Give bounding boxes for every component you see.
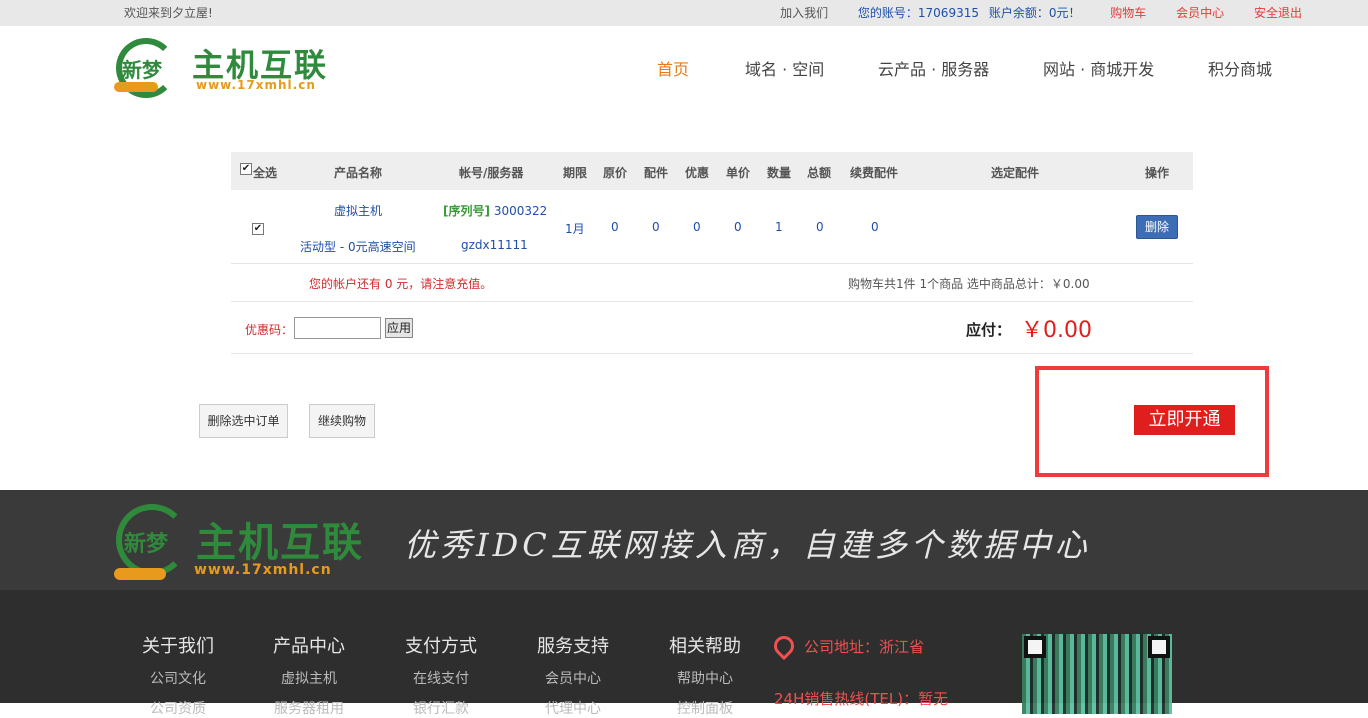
footer-link[interactable]: 虚拟主机 (273, 668, 345, 688)
coupon-input[interactable] (294, 317, 381, 339)
nav-domain-hosting[interactable]: 域名 · 空间 (745, 56, 824, 80)
serial-number: 3000322 (493, 204, 548, 218)
footer-link[interactable]: 银行汇款 (405, 698, 477, 718)
select-all-checkbox[interactable]: ✔ (240, 163, 252, 175)
header-action: 操作 (1145, 166, 1170, 180)
delete-selected-button[interactable]: 删除选中订单 (199, 404, 288, 438)
addon-value: 0 (652, 220, 660, 234)
location-pin-icon (769, 631, 799, 661)
logo-mark: 新梦 (122, 58, 162, 82)
product-type-link[interactable]: 虚拟主机 (334, 202, 382, 219)
continue-shopping-button[interactable]: 继续购物 (309, 404, 375, 438)
footer-heading: 相关帮助 (669, 636, 741, 657)
cart-header: ✔ 全选 产品名称 帐号/服务器 期限 原价 配件 优惠 单价 数量 总额 续费… (231, 152, 1193, 190)
cart-summary: 您的帐户还有 0 元，请注意充值。 购物车共1件 1个商品 选中商品总计：￥0.… (231, 264, 1193, 302)
product-plan-link[interactable]: 活动型 - 0元高速空间 (300, 238, 416, 255)
header-chosen-addon: 选定配件 (991, 166, 1040, 180)
join-us-link[interactable]: 加入我们 (780, 6, 828, 20)
footer-slogan: 优秀IDC互联网接入商，自建多个数据中心 (404, 526, 1091, 564)
balance-notice: 您的帐户还有 0 元，请注意充值。 (309, 277, 493, 291)
header-addon: 配件 (644, 166, 669, 180)
serial-cell: [序列号] 3000322 (443, 202, 547, 219)
header-renew-addon: 续费配件 (850, 166, 899, 180)
header-discount: 优惠 (685, 166, 710, 180)
orig-price-value: 0 (611, 220, 619, 234)
header-orig-price: 原价 (603, 166, 628, 180)
footer-brand-url: www.17xmhl.cn (194, 562, 332, 578)
delete-button[interactable]: 删除 (1136, 215, 1178, 239)
footer-col-help: 相关帮助 帮助中心 控制面板 (669, 632, 741, 718)
qr-code-image (1022, 634, 1172, 714)
account-number[interactable]: 您的账号：17069315 (858, 6, 979, 20)
total-value: 0 (816, 220, 824, 234)
footer-logo-mark: 新梦 (124, 531, 169, 557)
header-account: 帐号/服务器 (459, 166, 524, 180)
header-qty: 数量 (767, 166, 792, 180)
qr-corner (1024, 636, 1046, 658)
period-value: 1月 (565, 222, 585, 236)
top-links: 加入我们 您的账号：17069315 账户余额：0元！ 购物车 会员中心 安全退… (754, 4, 1302, 21)
header-period: 期限 (563, 166, 588, 180)
qty-value: 1 (775, 220, 783, 234)
footer-link[interactable]: 控制面板 (669, 698, 741, 718)
footer-heading: 关于我们 (142, 636, 214, 657)
renew-addon-value: 0 (871, 220, 879, 234)
footer-link[interactable]: 公司文化 (142, 668, 214, 688)
footer-col-support: 服务支持 会员中心 代理中心 (537, 632, 609, 718)
footer-cloud-icon (114, 568, 166, 580)
coupon-section: 优惠码： 应用 应付： ￥0.00 (231, 302, 1193, 354)
nav-web-dev[interactable]: 网站 · 商城开发 (1043, 56, 1154, 80)
account-balance[interactable]: 账户余额：0元！ (989, 6, 1081, 20)
footer-link[interactable]: 公司资质 (142, 698, 214, 718)
cloud-icon (114, 82, 158, 92)
footer-heading: 产品中心 (273, 636, 345, 657)
serial-label: [序列号] (443, 204, 490, 218)
qr-corner (1148, 636, 1170, 658)
cart-table: ✔ 全选 产品名称 帐号/服务器 期限 原价 配件 优惠 单价 数量 总额 续费… (231, 152, 1193, 354)
footer-col-about: 关于我们 公司文化 公司资质 (142, 632, 214, 718)
welcome-text: 欢迎来到夕立屋! (124, 6, 213, 20)
amount-due-value: ￥0.00 (1021, 318, 1092, 343)
footer-link[interactable]: 在线支付 (405, 668, 477, 688)
footer: 关于我们 公司文化 公司资质 产品中心 虚拟主机 服务器租用 支付方式 在线支付… (0, 590, 1368, 717)
brand-url: www.17xmhl.cn (196, 78, 316, 92)
footer-banner: 新梦 主机互联 www.17xmhl.cn 优秀IDC互联网接入商，自建多个数据… (0, 490, 1368, 590)
cart-stats: 购物车共1件 1个商品 选中商品总计：￥0.00 (848, 277, 1090, 291)
footer-link[interactable]: 帮助中心 (669, 668, 741, 688)
nav-points-mall[interactable]: 积分商城 (1208, 56, 1272, 80)
footer-col-products: 产品中心 虚拟主机 服务器租用 (273, 632, 345, 718)
table-row: ✔ 虚拟主机 活动型 - 0元高速空间 [序列号] 3000322 gzdx11… (231, 190, 1193, 264)
discount-value: 0 (693, 220, 701, 234)
footer-heading: 支付方式 (405, 636, 477, 657)
site-logo[interactable]: 新梦 主机互联 www.17xmhl.cn (114, 36, 364, 98)
cart-link[interactable]: 购物车 (1110, 6, 1146, 20)
header-unit-price: 单价 (726, 166, 751, 180)
coupon-label: 优惠码： (245, 323, 294, 337)
amount-due-label: 应付： (966, 321, 1012, 339)
footer-col-payment: 支付方式 在线支付 银行汇款 (405, 632, 477, 718)
account-name: gzdx11111 (461, 238, 528, 252)
member-center-link[interactable]: 会员中心 (1176, 6, 1224, 20)
logout-link[interactable]: 安全退出 (1254, 6, 1302, 20)
header-total: 总额 (807, 166, 832, 180)
footer-brand-name: 主机互联 (196, 519, 364, 566)
footer-link[interactable]: 会员中心 (537, 668, 609, 688)
address-text: 公司地址：浙江省 (804, 638, 925, 656)
header-select-all[interactable]: 全选 (253, 164, 277, 181)
apply-coupon-button[interactable]: 应用 (385, 318, 413, 338)
footer-link[interactable]: 服务器租用 (273, 698, 345, 718)
sales-hotline: 24H销售热线(TEL)：暂无 (774, 688, 948, 709)
open-now-button[interactable]: 立即开通 (1134, 405, 1235, 435)
footer-link[interactable]: 代理中心 (537, 698, 609, 718)
company-address: 公司地址：浙江省 (769, 631, 925, 661)
unit-price-value: 0 (734, 220, 742, 234)
nav-cloud-server[interactable]: 云产品 · 服务器 (878, 56, 989, 80)
hotline-text: 24H销售热线(TEL)：暂无 (774, 690, 949, 708)
footer-heading: 服务支持 (537, 636, 609, 657)
top-bar: 欢迎来到夕立屋! 加入我们 您的账号：17069315 账户余额：0元！ 购物车… (0, 0, 1368, 26)
header-product: 产品名称 (334, 166, 383, 180)
row-checkbox[interactable]: ✔ (252, 223, 264, 235)
nav-home[interactable]: 首页 (657, 56, 689, 80)
